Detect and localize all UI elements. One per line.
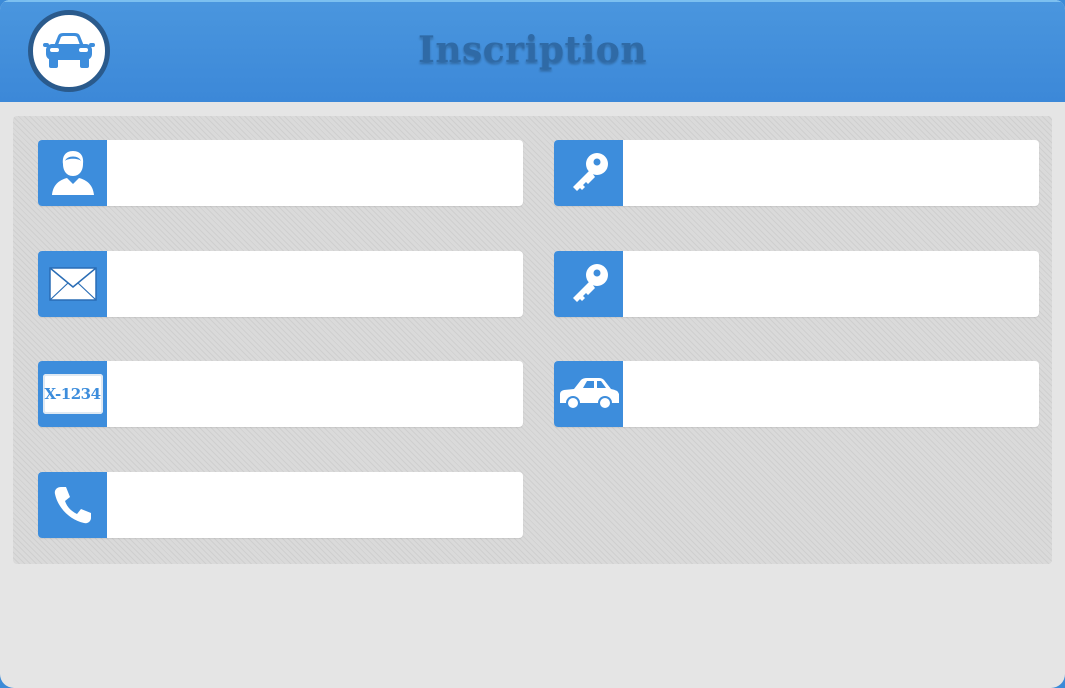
email-field-icon-box bbox=[38, 251, 107, 317]
license-plate-text: X-1234 bbox=[44, 385, 101, 403]
key-icon bbox=[572, 264, 608, 302]
password-field bbox=[554, 140, 1039, 206]
user-icon bbox=[51, 151, 94, 195]
car-side-icon bbox=[559, 378, 619, 410]
email-input[interactable] bbox=[107, 251, 523, 317]
envelope-icon bbox=[48, 267, 97, 301]
password-confirm-input[interactable] bbox=[623, 251, 1039, 317]
phone-field-icon-box bbox=[38, 472, 107, 538]
password-input[interactable] bbox=[623, 140, 1039, 206]
plate-input[interactable] bbox=[107, 361, 523, 427]
name-input[interactable] bbox=[107, 140, 523, 206]
email-field bbox=[38, 251, 523, 317]
vehicle-field bbox=[554, 361, 1039, 427]
vehicle-field-icon-box bbox=[554, 361, 623, 427]
phone-field bbox=[38, 472, 523, 538]
registration-window: Inscription X-1234 bbox=[0, 0, 1065, 688]
password-field-icon-box bbox=[554, 140, 623, 206]
vehicle-input[interactable] bbox=[623, 361, 1039, 427]
header-bar: Inscription bbox=[0, 0, 1065, 102]
license-plate-icon: X-1234 bbox=[42, 374, 103, 414]
name-field bbox=[38, 140, 523, 206]
phone-icon bbox=[54, 487, 91, 524]
page-title: Inscription bbox=[417, 29, 647, 71]
password-confirm-field-icon-box bbox=[554, 251, 623, 317]
phone-input[interactable] bbox=[107, 472, 523, 538]
key-icon bbox=[572, 153, 608, 191]
plate-field-icon-box: X-1234 bbox=[38, 361, 107, 427]
password-confirm-field bbox=[554, 251, 1039, 317]
plate-field: X-1234 bbox=[38, 361, 523, 427]
name-field-icon-box bbox=[38, 140, 107, 206]
